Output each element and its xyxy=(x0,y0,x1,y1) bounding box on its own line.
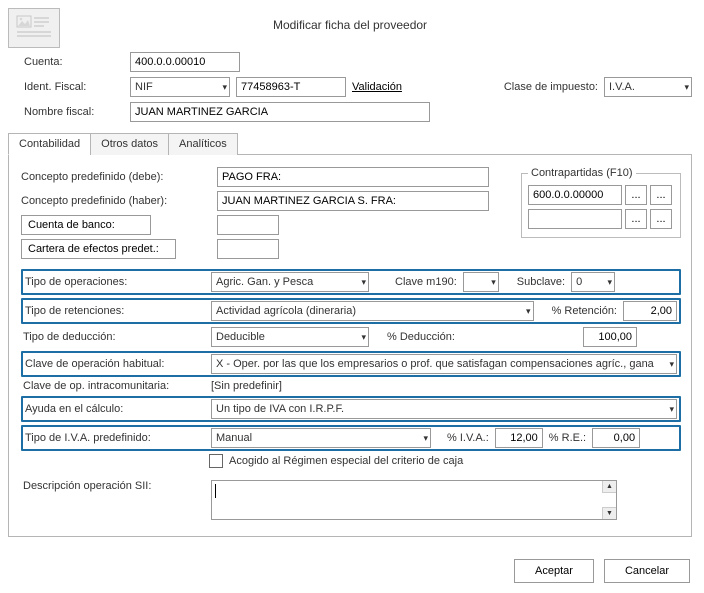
clave-m190-label: Clave m190: xyxy=(395,276,457,288)
acogido-label: Acogido al Régimen especial del criterio… xyxy=(229,455,463,467)
page-title: Modificar ficha del proveedor xyxy=(8,18,692,32)
concepto-haber-label: Concepto predefinido (haber): xyxy=(21,195,211,207)
aceptar-button[interactable]: Aceptar xyxy=(514,559,594,583)
tab-contabilidad[interactable]: Contabilidad xyxy=(8,133,91,155)
tipo-operaciones-select[interactable]: Agric. Gan. y Pesca xyxy=(211,272,369,292)
contrapartida-browse-3[interactable]: ... xyxy=(625,209,647,229)
ayuda-select[interactable]: Un tipo de IVA con I.R.P.F. xyxy=(211,399,677,419)
nombre-fiscal-input[interactable] xyxy=(130,102,430,122)
cuenta-input[interactable] xyxy=(130,52,240,72)
concepto-debe-label: Concepto predefinido (debe): xyxy=(21,171,211,183)
pct-re-input[interactable] xyxy=(592,428,640,448)
concepto-debe-input[interactable] xyxy=(217,167,489,187)
descripcion-sii-textarea[interactable]: ▲ ▼ xyxy=(211,480,617,520)
tab-analiticos[interactable]: Analíticos xyxy=(168,133,238,155)
pct-deduccion-label: % Deducción: xyxy=(387,331,577,343)
form-icon xyxy=(8,8,60,48)
tipo-retenciones-label: Tipo de retenciones: xyxy=(25,305,205,317)
scroll-down-icon[interactable]: ▼ xyxy=(602,507,616,519)
contrapartida-browse-1[interactable]: ... xyxy=(625,185,647,205)
ident-fiscal-label: Ident. Fiscal: xyxy=(24,81,124,93)
ident-tipo-select[interactable]: NIF xyxy=(130,77,230,97)
cartera-input[interactable] xyxy=(217,239,279,259)
ayuda-label: Ayuda en el cálculo: xyxy=(25,403,205,415)
scroll-up-icon[interactable]: ▲ xyxy=(602,481,616,493)
cartera-button[interactable]: Cartera de efectos predet.: xyxy=(21,239,176,259)
clave-intra-value: [Sin predefinir] xyxy=(211,380,282,392)
contrapartidas-legend: Contrapartidas (F10) xyxy=(528,167,636,179)
tipo-operaciones-label: Tipo de operaciones: xyxy=(25,276,205,288)
clave-intra-label: Clave de op. intracomunitaria: xyxy=(23,380,205,392)
subclave-select[interactable]: 0 xyxy=(571,272,615,292)
contrapartidas-fieldset: Contrapartidas (F10) ... ... ... ... xyxy=(521,167,681,238)
pct-iva-label: % I.V.A.: xyxy=(447,432,489,444)
clave-hab-select[interactable]: X - Oper. por las que los empresarios o … xyxy=(211,354,677,374)
validacion-link[interactable]: Validación xyxy=(352,81,402,93)
nombre-fiscal-label: Nombre fiscal: xyxy=(24,106,124,118)
cuenta-banco-button[interactable]: Cuenta de banco: xyxy=(21,215,151,235)
pct-re-label: % R.E.: xyxy=(549,432,586,444)
acogido-checkbox[interactable] xyxy=(209,454,223,468)
concepto-haber-input[interactable] xyxy=(217,191,489,211)
ident-numero-input[interactable] xyxy=(236,77,346,97)
tipo-retenciones-select[interactable]: Actividad agrícola (dineraria) xyxy=(211,301,534,321)
clase-impuesto-select[interactable]: I.V.A. xyxy=(604,77,692,97)
contrapartida-browse-2[interactable]: ... xyxy=(650,185,672,205)
pct-deduccion-input[interactable] xyxy=(583,327,637,347)
text-cursor xyxy=(215,484,216,498)
pct-iva-input[interactable] xyxy=(495,428,543,448)
pct-retencion-input[interactable] xyxy=(623,301,677,321)
tipo-iva-select[interactable]: Manual xyxy=(211,428,431,448)
tipo-deduccion-label: Tipo de deducción: xyxy=(23,331,205,343)
subclave-label: Subclave: xyxy=(517,276,565,288)
tab-otros-datos[interactable]: Otros datos xyxy=(90,133,169,155)
cancelar-button[interactable]: Cancelar xyxy=(604,559,690,583)
clave-hab-label: Clave de operación habitual: xyxy=(25,358,205,370)
tipo-iva-label: Tipo de I.V.A. predefinido: xyxy=(25,432,205,444)
cuenta-banco-input[interactable] xyxy=(217,215,279,235)
pct-retencion-label: % Retención: xyxy=(552,305,617,317)
clase-impuesto-label: Clase de impuesto: xyxy=(504,81,598,93)
contrapartida-browse-4[interactable]: ... xyxy=(650,209,672,229)
cuenta-label: Cuenta: xyxy=(24,56,124,68)
clave-m190-select[interactable] xyxy=(463,272,499,292)
contrapartida-input[interactable] xyxy=(528,185,622,205)
tipo-deduccion-select[interactable]: Deducible xyxy=(211,327,369,347)
tabs: Contabilidad Otros datos Analíticos xyxy=(8,132,692,155)
contrapartida-input-2[interactable] xyxy=(528,209,622,229)
descripcion-sii-label: Descripción operación SII: xyxy=(23,480,205,492)
